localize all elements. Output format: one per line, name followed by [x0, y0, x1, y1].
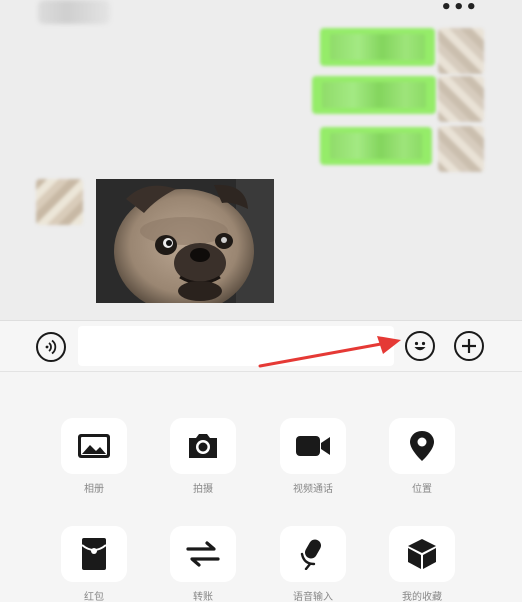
transfer-label: 转账 [193, 592, 213, 602]
favorites-icon[interactable] [389, 526, 455, 582]
favorites-label: 我的收藏 [402, 592, 442, 602]
location-label: 位置 [412, 484, 432, 495]
self-avatar[interactable] [438, 126, 484, 172]
album-label: 相册 [84, 484, 104, 495]
red-packet-icon[interactable] [61, 526, 127, 582]
outgoing-message-bubble[interactable] [312, 76, 436, 114]
transfer-icon[interactable] [170, 526, 236, 582]
outgoing-message-bubble[interactable] [320, 127, 432, 165]
voice-input-icon[interactable] [280, 526, 346, 582]
video-call-label: 视频通话 [293, 484, 333, 495]
location-icon[interactable] [389, 418, 455, 474]
video-call-icon[interactable] [280, 418, 346, 474]
more-functions-panel: 相册 拍摄 视频通话 位置 红包 转账 语音输入 我的收藏 [0, 372, 522, 602]
plus-icon[interactable] [454, 331, 484, 361]
voice-input-label: 语音输入 [293, 592, 333, 602]
self-avatar[interactable] [438, 76, 484, 122]
contact-avatar[interactable] [36, 179, 83, 225]
camera-label: 拍摄 [193, 484, 213, 495]
emoji-icon[interactable] [405, 331, 435, 361]
pug-photo [96, 179, 274, 303]
more-options-button[interactable]: ••• [440, 0, 478, 17]
album-icon[interactable] [61, 418, 127, 474]
red-packet-label: 红包 [84, 592, 104, 602]
outgoing-message-bubble[interactable] [320, 28, 435, 66]
blurred-header-avatar [38, 0, 110, 24]
camera-icon[interactable] [170, 418, 236, 474]
self-avatar[interactable] [438, 28, 484, 74]
chat-area: ••• [0, 0, 522, 320]
voice-icon[interactable] [36, 332, 66, 362]
annotation-arrow [258, 336, 401, 368]
pug-photo-message[interactable] [96, 179, 274, 303]
